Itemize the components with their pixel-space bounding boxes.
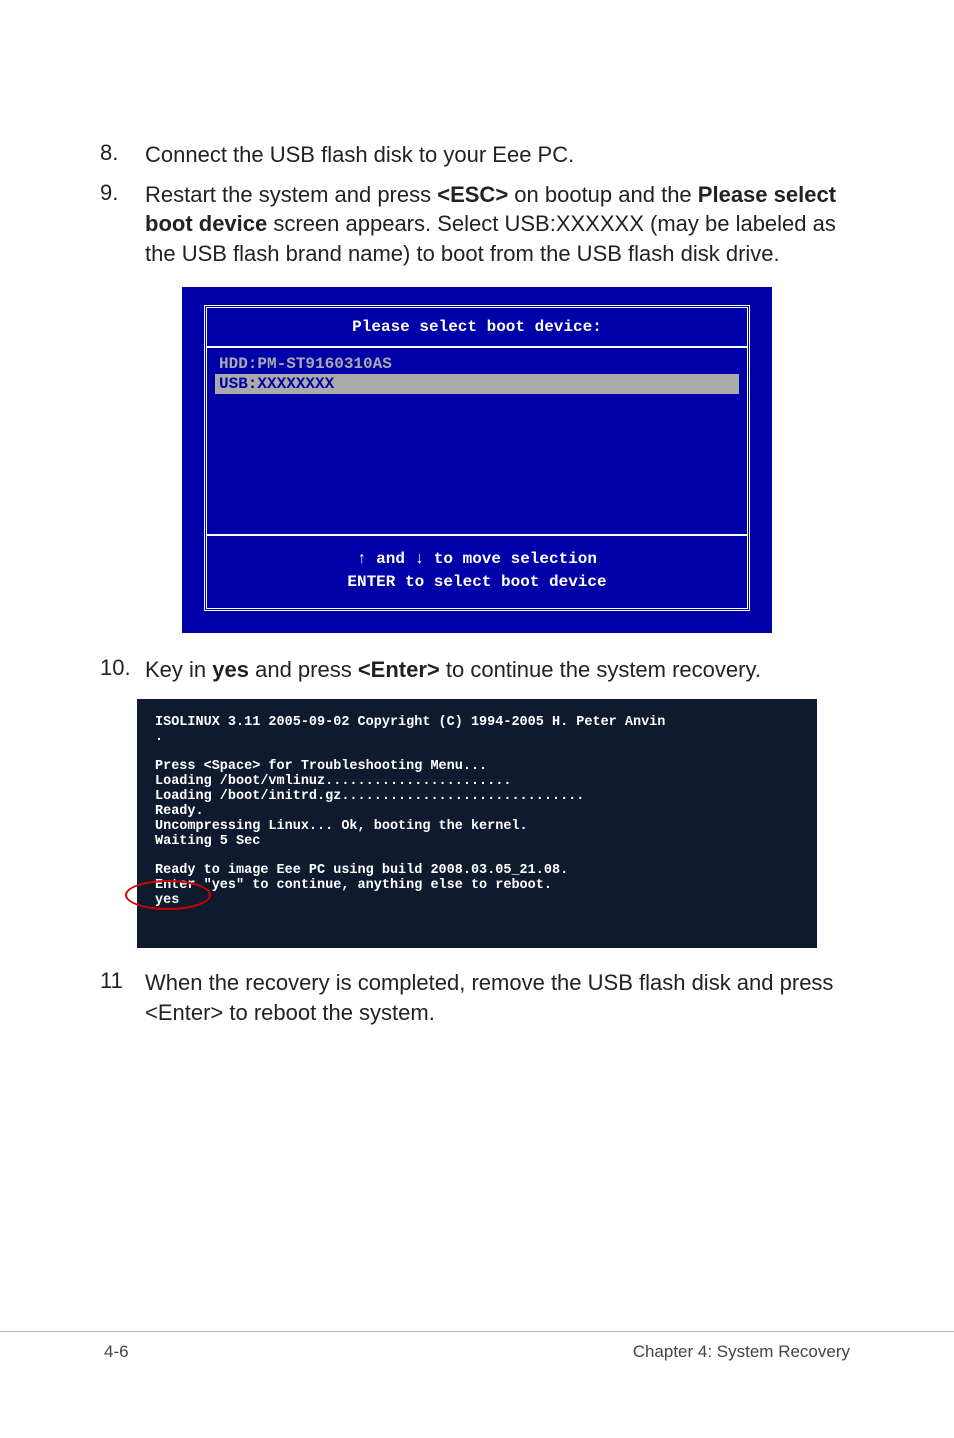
bios-instruction-line2: ENTER to select boot device (207, 571, 747, 594)
step-10-part-a: Key in (145, 657, 212, 682)
bios-boot-device-screenshot: Please select boot device: HDD:PM-ST9160… (182, 287, 772, 633)
terminal-line-9: Ready to image Eee PC using build 2008.0… (141, 863, 813, 878)
step-9-text: Restart the system and press <ESC> on bo… (145, 180, 854, 269)
step-9-part-a: Restart the system and press (145, 182, 437, 207)
bios-instructions: ↑ and ↓ to move selection ENTER to selec… (207, 536, 747, 608)
step-10-number: 10. (100, 655, 145, 681)
chapter-title: Chapter 4: System Recovery (633, 1342, 854, 1362)
bios-item-hdd: HDD:PM-ST9160310AS (215, 354, 739, 374)
step-11-text: When the recovery is completed, remove t… (145, 968, 854, 1027)
terminal-screenshot: ISOLINUX 3.11 2005-09-02 Copyright (C) 1… (137, 699, 817, 948)
step-10-bold-b: <Enter> (358, 657, 440, 682)
bios-title: Please select boot device: (207, 308, 747, 348)
terminal-line-10: Enter "yes" to continue, anything else t… (141, 878, 813, 893)
step-9-bold-a: <ESC> (437, 182, 508, 207)
page-number: 4-6 (100, 1342, 129, 1362)
step-10-text: Key in yes and press <Enter> to continue… (145, 655, 761, 685)
terminal-line-2: . (141, 730, 813, 745)
step-11: 11 When the recovery is completed, remov… (100, 968, 854, 1027)
step-8: 8. Connect the USB flash disk to your Ee… (100, 140, 854, 170)
terminal-line-6: Ready. (141, 804, 813, 819)
step-9-part-b: on bootup and the (508, 182, 698, 207)
step-10-bold-a: yes (212, 657, 249, 682)
highlight-oval-annotation (125, 880, 211, 910)
bios-instruction-line1: ↑ and ↓ to move selection (207, 548, 747, 571)
terminal-line-7: Uncompressing Linux... Ok, booting the k… (141, 819, 813, 834)
terminal-line-1: ISOLINUX 3.11 2005-09-02 Copyright (C) 1… (141, 715, 813, 730)
step-11-number: 11 (100, 968, 145, 994)
bios-dialog-box: Please select boot device: HDD:PM-ST9160… (204, 305, 750, 611)
terminal-line-4: Loading /boot/vmlinuz...................… (141, 774, 813, 789)
bios-device-list: HDD:PM-ST9160310AS USB:XXXXXXXX (207, 348, 747, 536)
step-9-number: 9. (100, 180, 145, 206)
step-8-number: 8. (100, 140, 145, 166)
terminal-line-3: Press <Space> for Troubleshooting Menu..… (141, 759, 813, 774)
terminal-line-11: yes (141, 893, 813, 908)
bios-item-usb-selected: USB:XXXXXXXX (215, 374, 739, 394)
step-10: 10. Key in yes and press <Enter> to cont… (100, 655, 854, 685)
step-8-text: Connect the USB flash disk to your Eee P… (145, 140, 574, 170)
page-footer: 4-6 Chapter 4: System Recovery (0, 1331, 954, 1362)
step-9: 9. Restart the system and press <ESC> on… (100, 180, 854, 269)
step-10-part-c: to continue the system recovery. (440, 657, 761, 682)
terminal-line-8: Waiting 5 Sec (141, 834, 813, 849)
step-10-part-b: and press (249, 657, 358, 682)
terminal-line-5: Loading /boot/initrd.gz.................… (141, 789, 813, 804)
